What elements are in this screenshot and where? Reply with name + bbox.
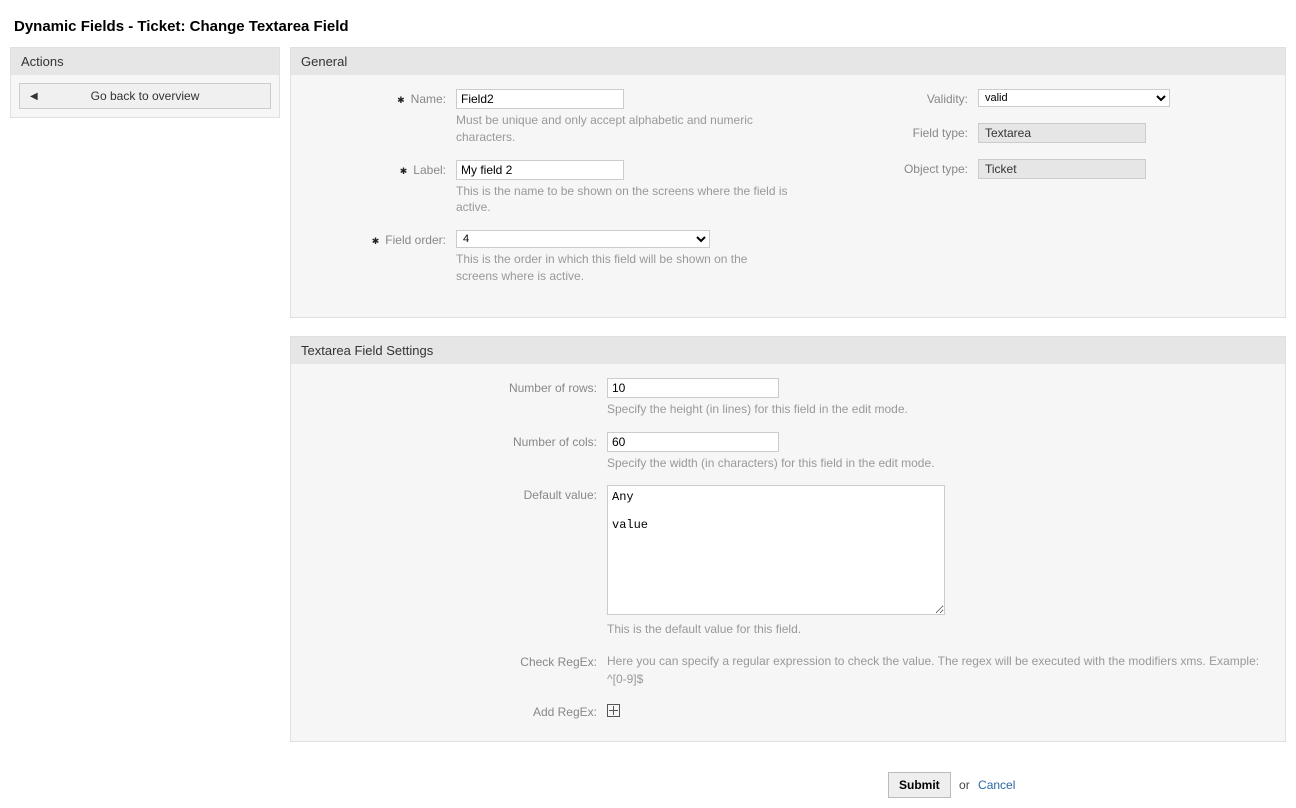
or-text: or: [959, 778, 970, 792]
cols-hint: Specify the width (in characters) for th…: [607, 455, 1275, 472]
go-back-button[interactable]: ◀ Go back to overview: [19, 83, 271, 109]
order-select[interactable]: 4: [456, 230, 710, 248]
cols-input[interactable]: [607, 432, 779, 452]
general-header: General: [291, 48, 1285, 75]
order-hint: This is the order in which this field wi…: [456, 251, 788, 285]
label-input[interactable]: [456, 160, 624, 180]
objecttype-value: Ticket: [978, 159, 1146, 179]
submit-button[interactable]: Submit: [888, 772, 951, 798]
validity-label: Validity:: [788, 89, 978, 107]
name-hint: Must be unique and only accept alphabeti…: [456, 112, 788, 146]
objecttype-label: Object type:: [788, 159, 978, 179]
default-hint: This is the default value for this field…: [607, 621, 1275, 638]
submit-row: Submit or Cancel: [290, 772, 1286, 798]
go-back-label: Go back to overview: [91, 89, 200, 103]
validity-select[interactable]: valid: [978, 89, 1170, 107]
rows-hint: Specify the height (in lines) for this f…: [607, 401, 1275, 418]
rows-input[interactable]: [607, 378, 779, 398]
default-label: Default value:: [301, 485, 607, 648]
actions-header: Actions: [11, 48, 279, 75]
cols-label: Number of cols:: [301, 432, 607, 482]
cancel-link[interactable]: Cancel: [978, 778, 1015, 792]
fieldtype-value: Textarea: [978, 123, 1146, 143]
back-arrow-icon: ◀: [30, 91, 38, 102]
default-textarea[interactable]: Any value: [607, 485, 945, 615]
actions-panel: Actions ◀ Go back to overview: [10, 47, 280, 118]
checkregex-hint: Here you can specify a regular expressio…: [607, 652, 1267, 688]
page-title: Dynamic Fields - Ticket: Change Textarea…: [14, 18, 1286, 35]
name-input[interactable]: [456, 89, 624, 109]
label-hint: This is the name to be shown on the scre…: [456, 183, 788, 217]
add-regex-icon[interactable]: [607, 704, 620, 717]
settings-panel: Textarea Field Settings Number of rows: …: [290, 336, 1286, 742]
label-label: Label:: [301, 160, 456, 227]
order-label: Field order:: [301, 230, 456, 295]
fieldtype-label: Field type:: [788, 123, 978, 143]
settings-header: Textarea Field Settings: [291, 337, 1285, 364]
name-label: Name:: [301, 89, 456, 156]
rows-label: Number of rows:: [301, 378, 607, 428]
addregex-label: Add RegEx:: [301, 702, 607, 719]
checkregex-label: Check RegEx:: [301, 652, 607, 688]
general-panel: General Name: Must be unique and only ac…: [290, 47, 1286, 318]
